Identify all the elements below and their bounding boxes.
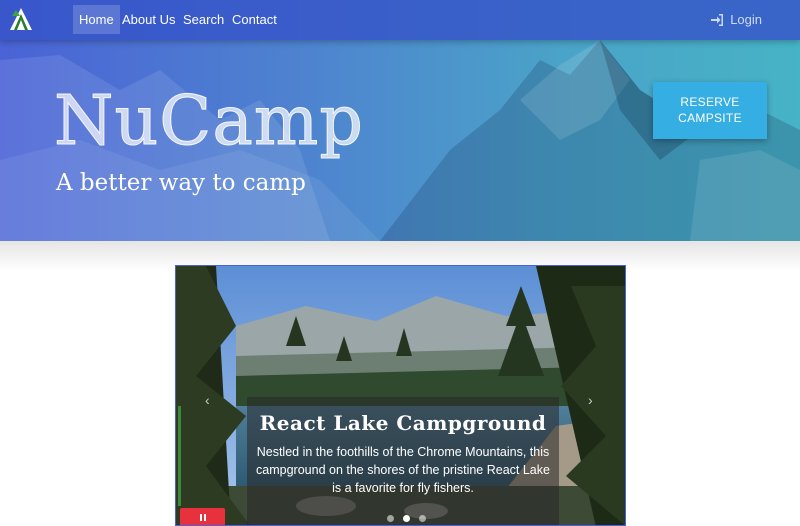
nav-search-link[interactable]: Search <box>177 5 230 34</box>
chevron-left-icon: ‹ <box>205 392 210 408</box>
login-button[interactable]: Login <box>711 5 762 34</box>
sign-in-icon <box>711 14 724 26</box>
chevron-right-icon: › <box>588 392 593 408</box>
carousel-pause-button[interactable] <box>180 508 225 525</box>
tent-logo-icon[interactable] <box>8 6 34 32</box>
carousel-next-button[interactable]: › <box>588 392 593 408</box>
carousel-caption: React Lake Campground Nestled in the foo… <box>247 397 559 525</box>
campsite-carousel: ‹ › React Lake Campground Nestled in the… <box>175 265 626 526</box>
hero-title: NuCamp <box>54 82 364 162</box>
navbar: Home About Us Search Contact Login <box>0 0 800 40</box>
caption-title: React Lake Campground <box>259 411 547 435</box>
nav-home-link[interactable]: Home <box>73 5 120 34</box>
login-label: Login <box>730 12 762 27</box>
carousel-indicator[interactable] <box>386 515 394 522</box>
nav-about-link[interactable]: About Us <box>116 5 181 34</box>
carousel-indicator-active[interactable] <box>402 515 410 522</box>
reserve-campsite-button[interactable]: RESERVE CAMPSITE <box>653 82 767 139</box>
carousel-indicator[interactable] <box>419 515 427 522</box>
carousel-indicators <box>384 509 429 525</box>
pause-icon <box>200 514 202 521</box>
pause-icon-bar <box>204 514 206 521</box>
carousel-prev-button[interactable]: ‹ <box>205 392 210 408</box>
nav-contact-link[interactable]: Contact <box>226 5 283 34</box>
caption-text: Nestled in the foothills of the Chrome M… <box>256 445 550 495</box>
hero-subtitle: A better way to camp <box>56 170 306 196</box>
